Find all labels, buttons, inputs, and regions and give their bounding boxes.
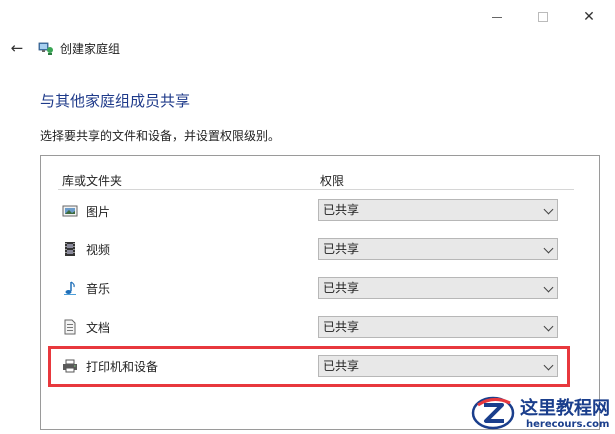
- back-button[interactable]: ←: [6, 38, 28, 58]
- window-title: 创建家庭组: [60, 42, 121, 56]
- minimize-icon: [492, 16, 502, 18]
- homegroup-icon: [38, 42, 53, 55]
- music-icon: [64, 281, 76, 295]
- videos-icon: [65, 242, 75, 256]
- documents-icon: [64, 319, 76, 335]
- maximize-icon: [538, 12, 548, 22]
- highlight-box: [48, 346, 570, 387]
- library-label-documents: 文档: [86, 321, 111, 335]
- close-icon: ✕: [583, 9, 595, 25]
- permission-value: 已共享: [323, 281, 360, 295]
- permission-select-documents[interactable]: 已共享: [318, 316, 558, 338]
- chevron-down-icon: [543, 282, 554, 293]
- library-label-videos: 视频: [86, 243, 111, 257]
- permission-select-music[interactable]: 已共享: [318, 277, 558, 299]
- watermark-logo-icon: [471, 396, 515, 430]
- column-header-permission: 权限: [320, 174, 345, 188]
- column-header-library: 库或文件夹: [62, 174, 123, 188]
- permission-select-pictures[interactable]: 已共享: [318, 199, 558, 221]
- chevron-down-icon: [543, 321, 554, 332]
- maximize-button[interactable]: [520, 0, 566, 34]
- header-divider: [58, 189, 574, 190]
- library-label-music: 音乐: [86, 282, 111, 296]
- permission-value: 已共享: [323, 203, 360, 217]
- page-title: 与其他家庭组成员共享: [40, 92, 191, 110]
- back-arrow-icon: ←: [10, 39, 24, 57]
- pictures-icon: [62, 205, 78, 217]
- chevron-down-icon: [543, 204, 554, 215]
- minimize-button[interactable]: [474, 0, 520, 34]
- watermark-name: 这里教程网: [520, 398, 610, 419]
- permission-value: 已共享: [323, 320, 360, 334]
- chevron-down-icon: [543, 243, 554, 254]
- permission-select-videos[interactable]: 已共享: [318, 238, 558, 260]
- page-description: 选择要共享的文件和设备，并设置权限级别。: [40, 129, 281, 143]
- library-label-pictures: 图片: [86, 205, 111, 219]
- permission-value: 已共享: [323, 242, 360, 256]
- title-bar: ✕: [0, 0, 615, 34]
- watermark-url: herecours.com: [526, 419, 610, 430]
- close-button[interactable]: ✕: [566, 0, 612, 34]
